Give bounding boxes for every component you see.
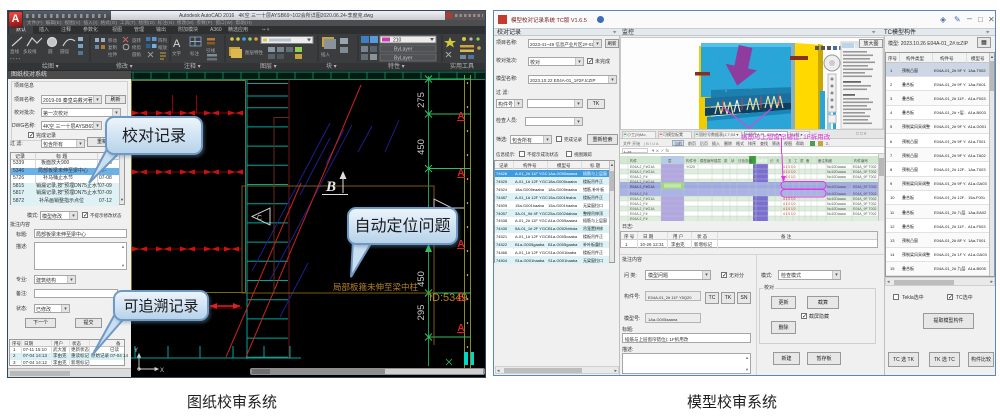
svg-text:五: 五 <box>788 159 792 163</box>
svg-text:4 1 0 1 0: 4 1 0 1 0 <box>783 170 796 174</box>
svg-text:圆弧: 圆弧 <box>60 48 69 55</box>
svg-text:修剪: 修剪 <box>132 44 141 51</box>
svg-text:构件信: 构件信 <box>757 158 768 163</box>
svg-text:E04A.2_F#G1A: E04A.2_F#G1A <box>630 197 655 201</box>
svg-text:局部板箍未伸至梁中柱: 局部板箍未伸至梁中柱 <box>333 282 419 292</box>
svg-text:E04A_9F T002: E04A_9F T002 <box>853 165 877 169</box>
svg-text:No10Daaaa: No10Daaaa <box>827 175 846 179</box>
svg-text:No10Daaaa: No10Daaaa <box>827 212 846 216</box>
svg-text:No10Daaaa: No10Daaaa <box>827 170 846 174</box>
svg-text:ByLayer: ByLayer <box>394 47 413 53</box>
svg-text:标注: 标注 <box>190 50 199 57</box>
svg-text:楼层: 楼层 <box>714 158 722 163</box>
svg-text:阵列: 阵列 <box>158 37 167 44</box>
svg-text:记: 记 <box>770 158 774 163</box>
svg-text:拉伸: 拉伸 <box>108 51 117 58</box>
svg-text:No10Daaaa: No10Daaaa <box>827 192 846 196</box>
svg-text:图层特性: 图层特性 <box>245 49 263 56</box>
svg-text:状: 状 <box>731 158 735 163</box>
svg-text:旋转: 旋转 <box>132 37 141 44</box>
svg-text:Y: Y <box>134 348 138 354</box>
svg-text:▪ ▪ ▪ ▪: ▪ ▪ ▪ ▪ <box>10 56 21 61</box>
svg-text:E04A.2_F#G1A: E04A.2_F#G1A <box>630 207 655 211</box>
svg-text:构件号: 构件号 <box>686 158 697 163</box>
svg-text:A: A <box>173 38 181 50</box>
svg-text:No10Daaaa: No10Daaaa <box>827 165 846 169</box>
svg-text:4 1 0 1 0: 4 1 0 1 0 <box>783 197 796 201</box>
svg-text:圆角: 圆角 <box>132 51 141 58</box>
svg-text:E04A_9F T002: E04A_9F T002 <box>853 170 877 174</box>
svg-text:X: X <box>160 368 164 374</box>
svg-text:E04A_9F T002: E04A_9F T002 <box>853 197 877 201</box>
svg-text:4 1 0 1 0: 4 1 0 1 0 <box>783 212 796 216</box>
svg-text:E04A_9F T002: E04A_9F T002 <box>853 192 877 196</box>
svg-text:No10Daaaa: No10Daaaa <box>827 197 846 201</box>
svg-text:450: 450 <box>416 139 427 155</box>
svg-text:日检查组: 日检查组 <box>738 158 752 163</box>
svg-text:275: 275 <box>416 92 427 108</box>
svg-text:4 1 0 1 0: 4 1 0 1 0 <box>783 207 796 211</box>
svg-text:ByLayer: ByLayer <box>394 56 413 62</box>
svg-text:工: 工 <box>794 159 798 163</box>
svg-text:E04A_9F T002: E04A_9F T002 <box>853 207 877 211</box>
svg-text:质: 质 <box>800 158 804 163</box>
svg-text:YG20: YG20 <box>686 165 695 169</box>
svg-text:E04A_9F T002: E04A_9F T002 <box>853 185 877 189</box>
svg-text:No10Daaaa: No10Daaaa <box>827 185 846 189</box>
svg-text:构件: 构件 <box>630 158 638 163</box>
svg-text:移动: 移动 <box>108 37 117 44</box>
svg-text:构件编号: 构件编号 <box>854 158 868 163</box>
svg-text:E04A_9F T002: E04A_9F T002 <box>853 175 877 179</box>
svg-text:ID:5349: ID:5349 <box>429 292 468 304</box>
svg-text:4 1 0 1 0: 4 1 0 1 0 <box>783 202 796 206</box>
svg-text:直线: 直线 <box>10 48 19 54</box>
svg-text:复制: 复制 <box>108 44 117 51</box>
svg-text:E04A.2_F#: E04A.2_F# <box>630 202 648 206</box>
svg-text:多段线: 多段线 <box>23 48 37 55</box>
svg-text:E04A.2_F#G1A: E04A.2_F#G1A <box>630 170 655 174</box>
svg-text:E04A_9F T002: E04A_9F T002 <box>853 212 877 216</box>
svg-text:295: 295 <box>416 305 427 321</box>
svg-text:层: 层 <box>668 158 672 163</box>
svg-text:E04A.2_F#: E04A.2_F# <box>630 212 648 216</box>
svg-text:No10Daaaa: No10Daaaa <box>827 207 846 211</box>
svg-text:缩放: 缩放 <box>158 44 167 51</box>
svg-text:C: C <box>257 215 262 222</box>
svg-text:450: 450 <box>416 271 427 287</box>
svg-text:E04A.2_F#G1A: E04A.2_F#G1A <box>630 180 655 184</box>
svg-text:E04A.2_F#G1A: E04A.2_F#G1A <box>630 185 655 189</box>
svg-text:E04A_9F T002: E04A_9F T002 <box>853 202 877 206</box>
svg-text:备注明细: 备注明细 <box>818 158 832 163</box>
svg-text:B: B <box>325 179 336 195</box>
svg-text:No10Daaaa: No10Daaaa <box>827 202 846 206</box>
svg-text:圆: 圆 <box>48 49 53 55</box>
svg-text:210: 210 <box>393 38 402 44</box>
svg-text:引线: 引线 <box>206 47 215 54</box>
svg-text:4 1 0 1 0: 4 1 0 1 0 <box>783 165 796 169</box>
svg-text:E04A.2_F#: E04A.2_F# <box>630 175 648 179</box>
svg-text:天: 天 <box>776 159 780 163</box>
svg-text:E04A.2_F#: E04A.2_F# <box>630 192 648 196</box>
svg-text:E04A.2_F#: E04A.2_F# <box>630 217 648 221</box>
svg-text:插入: 插入 <box>321 51 330 58</box>
svg-text:模型编号: 模型编号 <box>700 158 714 163</box>
svg-text:E04A.2_F#G1A: E04A.2_F#G1A <box>630 165 655 169</box>
svg-text:备: 备 <box>806 158 810 163</box>
svg-text:文字: 文字 <box>172 50 181 57</box>
svg-text:类: 类 <box>724 158 728 163</box>
